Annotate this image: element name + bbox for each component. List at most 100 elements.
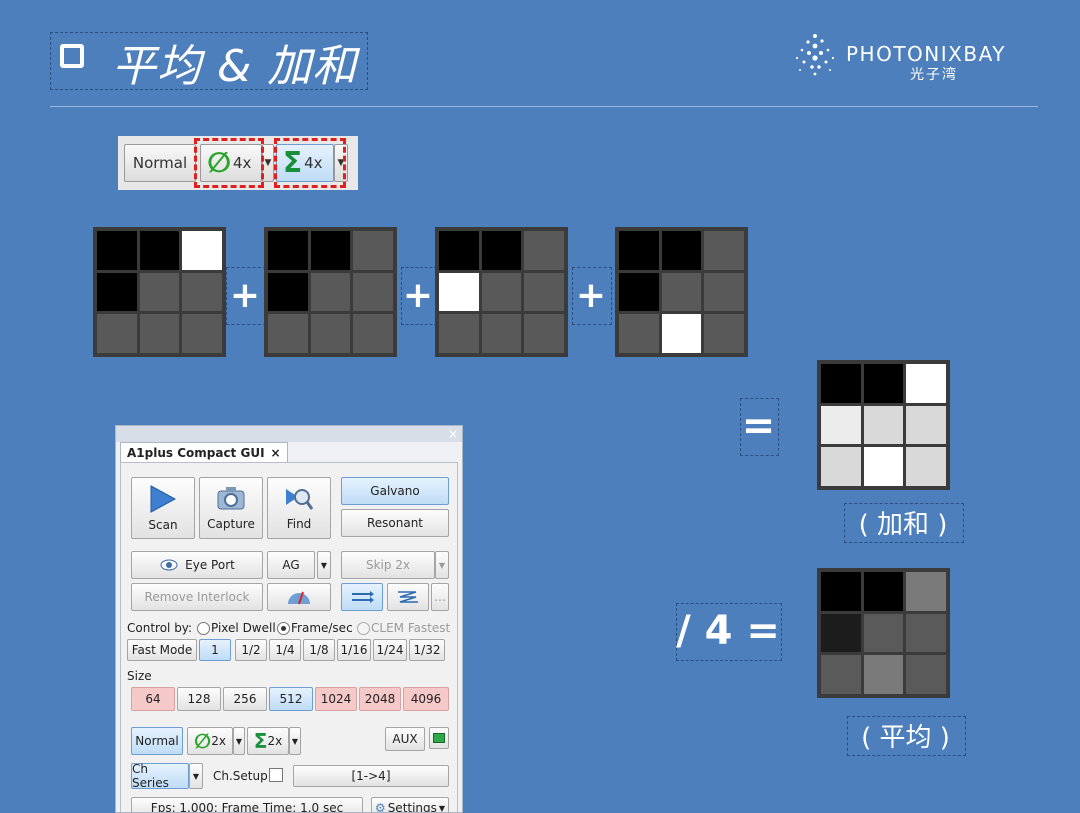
- pixel-cell: [619, 231, 659, 270]
- pixel-cell: [863, 405, 904, 445]
- size-option[interactable]: 1024: [315, 687, 357, 711]
- galvano-button[interactable]: Galvano: [341, 477, 449, 505]
- pixel-dwell-label: Pixel Dwell: [211, 621, 276, 635]
- find-button[interactable]: Find: [267, 477, 331, 539]
- tab-compact-gui[interactable]: A1plus Compact GUI ×: [120, 442, 288, 463]
- pixel-cell: [906, 655, 946, 694]
- aux-button[interactable]: AUX: [385, 727, 425, 751]
- panel-top-bar: [116, 426, 462, 442]
- size-option[interactable]: 4096: [403, 687, 449, 711]
- fast-mode-option[interactable]: 1/32: [409, 639, 445, 661]
- frame-sec-radio[interactable]: [277, 622, 290, 635]
- input-frame-grid-1: [93, 227, 226, 357]
- pixel-cell: [704, 272, 744, 312]
- size-option[interactable]: 64: [131, 687, 175, 711]
- fast-mode-button[interactable]: Fast Mode: [127, 639, 197, 661]
- pixel-cell: [821, 572, 861, 611]
- chevron-down-icon: ▼: [438, 803, 446, 813]
- fast-mode-option[interactable]: 1: [199, 639, 231, 661]
- pixel-cell: [863, 613, 904, 653]
- pixel-cell: [268, 314, 308, 353]
- settings-button[interactable]: ⚙ Settings ▼: [371, 797, 449, 813]
- fast-mode-option[interactable]: 1/2: [235, 639, 267, 661]
- gear-icon: ⚙: [374, 801, 386, 813]
- pixel-cell: [353, 272, 393, 312]
- channel-range-field[interactable]: [1->4]: [293, 765, 449, 787]
- size-option[interactable]: 2048: [359, 687, 401, 711]
- eye-port-label: Eye Port: [185, 558, 235, 572]
- ag-button[interactable]: AG: [267, 551, 315, 579]
- pixel-cell: [439, 272, 479, 312]
- pixel-cell: [353, 231, 393, 270]
- size-option[interactable]: 512: [269, 687, 313, 711]
- gui-body: Scan Capture Find Galvano Resonant Eye P…: [120, 462, 458, 813]
- pixel-cell: [863, 447, 904, 486]
- gui-average-button[interactable]: ∅ 2x: [187, 727, 233, 755]
- input-frame-grid-4: [615, 227, 748, 357]
- size-option[interactable]: 128: [177, 687, 221, 711]
- panel-close-button[interactable]: ×: [448, 427, 458, 441]
- normal-button[interactable]: Normal: [124, 144, 196, 182]
- sum-caption: ( 加和 ): [858, 509, 948, 540]
- zigzag-scan-icon: [398, 591, 418, 603]
- pixel-cell: [661, 314, 702, 353]
- average-result-grid: [817, 568, 950, 698]
- pixel-cell: [182, 272, 222, 312]
- size-option[interactable]: 256: [223, 687, 267, 711]
- pixel-cell: [906, 447, 946, 486]
- scan-direction-icon: [352, 591, 374, 603]
- eye-port-button[interactable]: Eye Port: [131, 551, 263, 579]
- more-options-button[interactable]: ...: [431, 583, 449, 611]
- pixel-cell: [863, 364, 904, 403]
- size-label: Size: [127, 669, 152, 683]
- capture-label: Capture: [207, 517, 255, 531]
- tab-close-button[interactable]: ×: [271, 446, 281, 460]
- fast-mode-option[interactable]: 1/16: [337, 639, 371, 661]
- plus-operator: +: [575, 274, 607, 316]
- gui-sum-button[interactable]: Σ 2x: [247, 727, 289, 755]
- clem-fastest-label: CLEM Fastest: [371, 621, 451, 635]
- bidirectional-scan-button[interactable]: [387, 583, 429, 611]
- capture-button[interactable]: Capture: [199, 477, 263, 539]
- status-field: Fps: 1.000; Frame Time: 1.0 sec: [131, 797, 363, 812]
- pixel-cell: [863, 572, 904, 611]
- unidirectional-scan-button[interactable]: [341, 583, 383, 611]
- pixel-cell: [704, 231, 744, 270]
- ch-series-dropdown-arrow[interactable]: ▼: [189, 763, 203, 789]
- pixel-cell: [821, 613, 861, 653]
- logo-chinese: 光子湾: [910, 67, 958, 83]
- pixel-dwell-radio[interactable]: [197, 622, 210, 635]
- pixel-cell: [139, 272, 180, 312]
- pixel-cell: [821, 405, 861, 445]
- pixel-cell: [481, 231, 522, 270]
- ch-setup-checkbox[interactable]: [269, 768, 283, 782]
- pixel-cell: [97, 272, 137, 312]
- gui-normal-button[interactable]: Normal: [131, 727, 183, 755]
- ch-series-button[interactable]: Ch Series: [131, 762, 189, 790]
- fast-mode-option[interactable]: 1/8: [303, 639, 335, 661]
- remove-interlock-button[interactable]: Remove Interlock: [131, 583, 263, 611]
- skip-dropdown-arrow[interactable]: ▼: [435, 551, 449, 579]
- sum-icon: Σ: [253, 729, 268, 753]
- fast-mode-option[interactable]: 1/4: [269, 639, 301, 661]
- scan-button[interactable]: Scan: [131, 477, 195, 539]
- gauge-button[interactable]: [267, 583, 331, 611]
- fast-mode-option[interactable]: 1/24: [373, 639, 407, 661]
- pixel-cell: [704, 314, 744, 353]
- pixel-cell: [439, 314, 479, 353]
- find-label: Find: [286, 517, 312, 531]
- aux-indicator-button[interactable]: [429, 727, 449, 749]
- pixel-cell: [906, 572, 946, 611]
- header-divider: [50, 106, 1038, 107]
- resonant-button[interactable]: Resonant: [341, 509, 449, 537]
- clem-fastest-radio[interactable]: [357, 622, 370, 635]
- gui-average-dropdown-arrow[interactable]: ▼: [233, 727, 245, 755]
- skip-button[interactable]: Skip 2x: [341, 551, 435, 579]
- pixel-cell: [310, 272, 351, 312]
- ag-dropdown-arrow[interactable]: ▼: [317, 551, 331, 579]
- pixel-cell: [821, 447, 861, 486]
- input-frame-grid-2: [264, 227, 397, 357]
- gui-sum-dropdown-arrow[interactable]: ▼: [289, 727, 301, 755]
- pixel-cell: [524, 272, 564, 312]
- pixel-cell: [661, 272, 702, 312]
